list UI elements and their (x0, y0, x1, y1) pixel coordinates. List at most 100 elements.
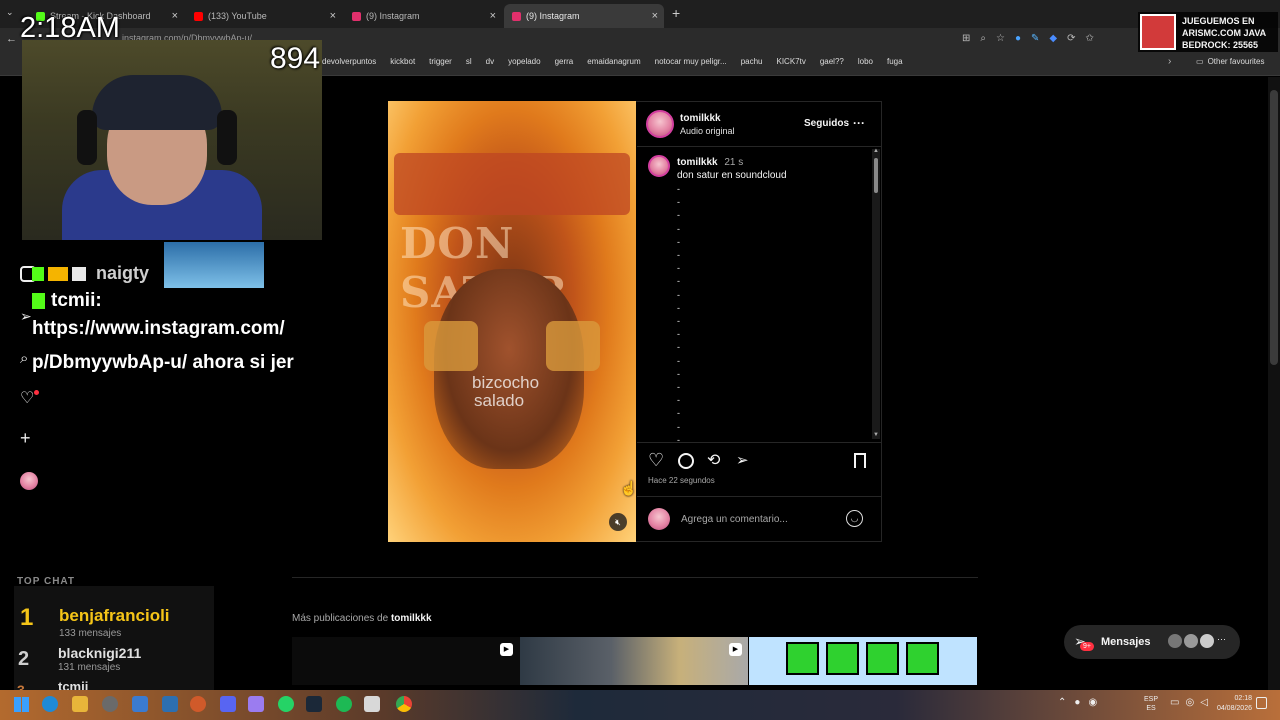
viewer-avatar (648, 508, 670, 530)
app-icon[interactable] (132, 696, 148, 712)
emoji-icon[interactable]: ◡ (846, 510, 863, 527)
nav-notifications-icon[interactable]: ♡ (20, 388, 34, 408)
message-avatar (1200, 634, 1214, 648)
app-icon[interactable] (190, 696, 206, 712)
notification-dot (34, 390, 39, 395)
close-tab-icon[interactable]: × (330, 10, 336, 22)
headset (217, 110, 237, 165)
nav-messages-icon[interactable]: ➢ (20, 308, 32, 325)
tray-status-icons[interactable]: ▭ ◎ ◁ (1170, 697, 1208, 708)
thumb-green-tile (906, 642, 939, 675)
tray-chevron-icon[interactable]: ⌃ (1058, 697, 1066, 708)
more-post-thumb[interactable] (292, 637, 520, 685)
scroll-down-icon[interactable]: ▼ (873, 432, 879, 438)
start-icon[interactable] (14, 697, 29, 712)
favorites-icon[interactable]: ✩ (1086, 33, 1094, 44)
bookmark-item[interactable]: fuga (887, 57, 903, 66)
refresh-icon[interactable]: ⟳ (1067, 33, 1075, 44)
messages-label: Mensajes (1101, 636, 1151, 648)
bookmark-item[interactable]: yopelado (508, 57, 540, 66)
notification-center-icon[interactable] (1256, 697, 1267, 709)
close-tab-icon[interactable]: × (652, 10, 658, 22)
caption-avatar[interactable] (648, 155, 670, 177)
bookmark-item[interactable]: dv (486, 57, 494, 66)
app-icon[interactable]: ⊞ (962, 33, 970, 44)
tab-instagram[interactable]: (9) Instagram × (344, 4, 502, 28)
nav-search-icon[interactable]: ⌕ (20, 350, 28, 367)
post-video[interactable]: DON SATUR bizcocho salado 🔇︎ (388, 101, 636, 542)
other-favourites[interactable]: ▭ Other favourites (1196, 57, 1264, 66)
audio-label[interactable]: Audio original (680, 126, 735, 136)
top-chat-count: 131 mensajes (58, 662, 121, 673)
steam-icon[interactable] (306, 696, 322, 712)
tab-youtube[interactable]: (133) YouTube × (186, 4, 342, 28)
viewer-counter: 894 (270, 42, 321, 75)
edge-icon[interactable] (42, 696, 58, 712)
app-icon[interactable] (364, 696, 380, 712)
bookmark-item[interactable]: gael?? (820, 57, 844, 66)
spotify-icon[interactable] (336, 696, 352, 712)
bookmark-item[interactable]: pachu (741, 57, 763, 66)
file-explorer-icon[interactable] (72, 696, 88, 712)
bookmark-item[interactable]: notocar muy peligr... (655, 57, 727, 66)
comment-input[interactable]: Agrega un comentario... (681, 514, 788, 525)
settings-icon[interactable] (102, 696, 118, 712)
bookmark-item[interactable]: lobo (858, 57, 873, 66)
more-options-icon[interactable]: ··· (853, 116, 865, 130)
mute-button[interactable]: 🔇︎ (609, 513, 627, 531)
like-icon[interactable]: ♡ (648, 450, 664, 471)
media-caption-line2: salado (474, 391, 525, 410)
caption-username[interactable]: tomilkkk (677, 157, 718, 168)
following-button[interactable]: Seguidos (804, 118, 849, 129)
streamer-bandana (92, 75, 222, 130)
more-post-thumb[interactable] (520, 637, 748, 685)
bookmark-item[interactable]: gerra (555, 57, 574, 66)
save-icon[interactable] (854, 453, 866, 468)
extension-icon[interactable]: ◆ (1049, 33, 1057, 44)
author-avatar[interactable] (646, 110, 674, 138)
tab-search-icon[interactable]: ⌄ (6, 7, 14, 18)
toolbar-icons: ⊞ ⌕ ☆ ● ✎ ◆ ⟳ ✩ (962, 33, 1094, 44)
page-scroll-thumb[interactable] (1270, 90, 1278, 365)
discord-tray-icon[interactable]: ◉ (1088, 697, 1097, 708)
chrome-icon[interactable] (396, 696, 412, 712)
nav-profile-avatar[interactable] (20, 472, 38, 490)
zoom-icon[interactable]: ⌕ (980, 33, 986, 44)
system-clock[interactable]: 02:18 04/08/2026 (1206, 694, 1252, 714)
tab-instagram-active[interactable]: (9) Instagram × (504, 4, 664, 28)
more-posts-heading: Más publicaciones de tomilkkk (292, 613, 432, 624)
app-icon[interactable] (248, 696, 264, 712)
scroll-up-icon[interactable]: ▲ (873, 148, 879, 154)
bookmarks-overflow-icon[interactable]: › (1168, 56, 1171, 67)
share-icon[interactable]: ➢ (736, 451, 749, 469)
bookmark-item[interactable]: kickbot (390, 57, 415, 66)
translate-icon[interactable]: ✎ (1031, 33, 1039, 44)
comment-icon[interactable] (678, 453, 694, 469)
steam-tray-icon[interactable]: ● (1074, 697, 1080, 708)
whatsapp-icon[interactable] (278, 696, 294, 712)
bookmark-item[interactable]: KICK7tv (776, 57, 805, 66)
new-tab-button[interactable]: + (672, 5, 680, 21)
close-tab-icon[interactable]: × (490, 10, 496, 22)
nav-create-icon[interactable]: + (20, 428, 31, 449)
reel-icon: ▶ (729, 643, 742, 656)
app-icon[interactable] (162, 696, 178, 712)
kick-badge-icon (32, 266, 44, 281)
repost-icon[interactable]: ⟲ (707, 450, 720, 470)
bookmark-item[interactable]: trigger (429, 57, 452, 66)
discord-icon[interactable] (220, 696, 236, 712)
more-post-thumb[interactable] (749, 637, 977, 685)
author-username[interactable]: tomilkkk (680, 113, 721, 124)
extension-icon[interactable]: ● (1015, 33, 1021, 44)
banner-line1: JUEGUEMOS EN (1182, 16, 1255, 26)
close-tab-icon[interactable]: × (172, 10, 178, 22)
language-indicator[interactable]: ESP ES (1144, 695, 1158, 713)
bookmark-item[interactable]: devolverpuntos (322, 57, 376, 66)
comments-scroll-thumb[interactable] (874, 158, 878, 193)
bookmark-item[interactable]: sl (466, 57, 472, 66)
more-posts-user[interactable]: tomilkkk (391, 613, 432, 624)
back-icon[interactable]: ← (6, 33, 17, 45)
star-icon[interactable]: ☆ (996, 33, 1005, 44)
bookmark-item[interactable]: emaidanagrum (587, 57, 640, 66)
chat-username: tcmii: (51, 290, 102, 311)
